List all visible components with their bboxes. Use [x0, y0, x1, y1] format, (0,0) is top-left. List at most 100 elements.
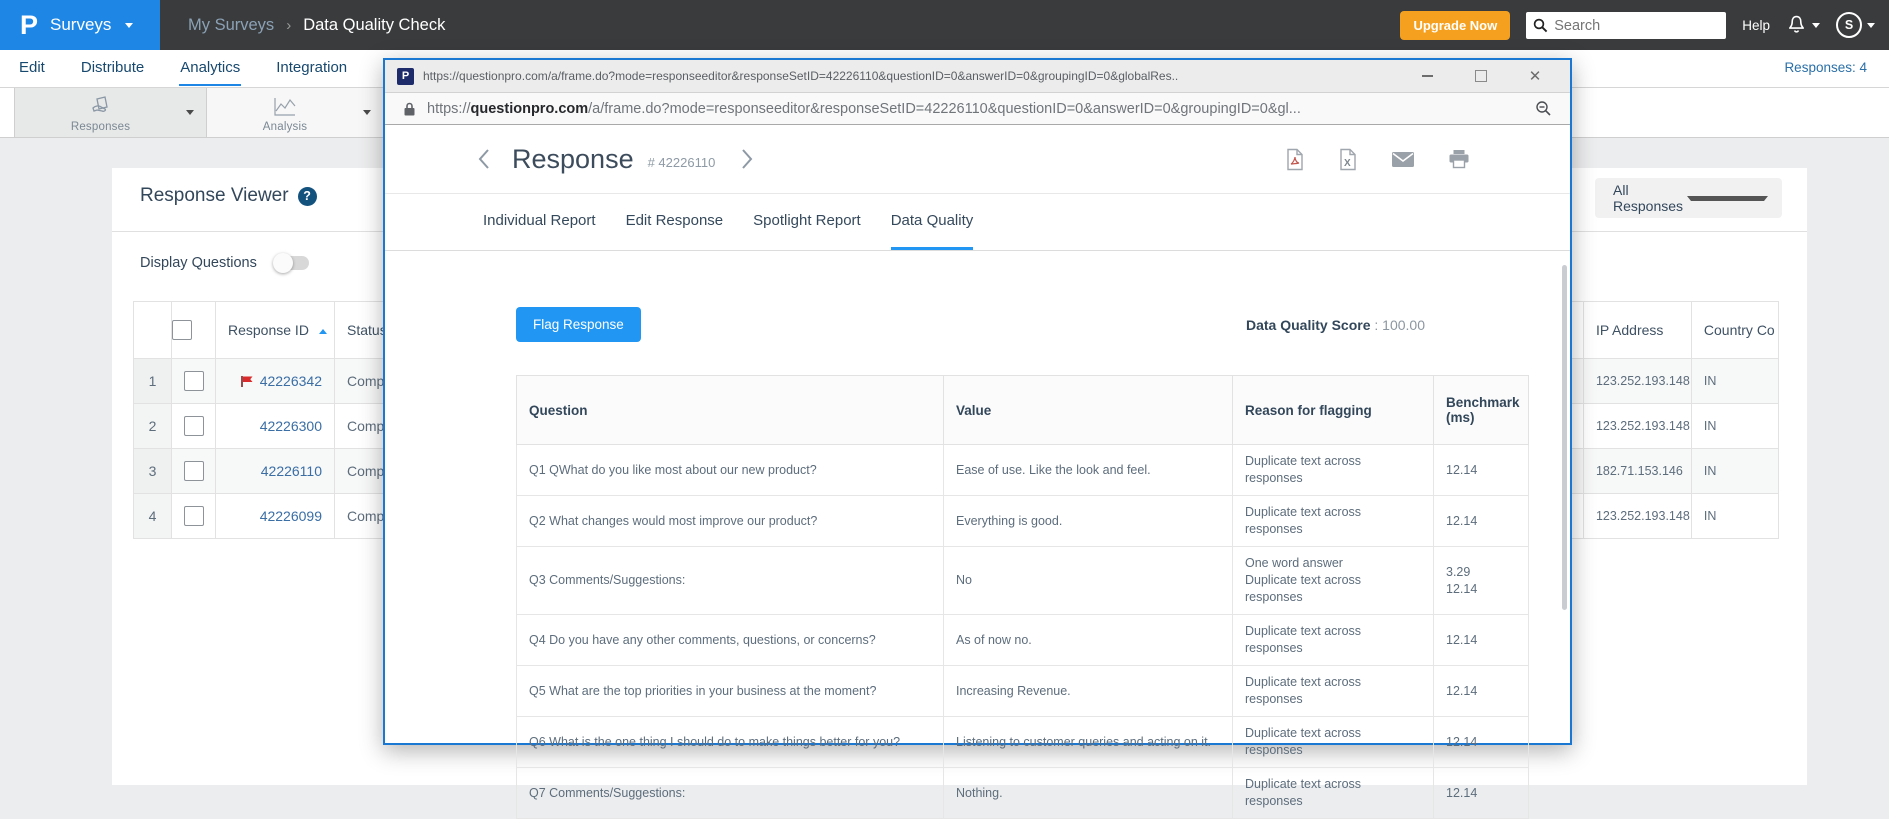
- chevron-down-icon: [1687, 196, 1769, 201]
- row-checkbox[interactable]: [184, 461, 204, 481]
- toolbar-responses[interactable]: Responses: [14, 88, 207, 137]
- subnav-analytics[interactable]: Analytics: [179, 51, 241, 86]
- display-questions-toggle[interactable]: [275, 256, 309, 270]
- country-cell: IN: [1691, 449, 1778, 494]
- value-cell: Ease of use. Like the look and feel.: [944, 445, 1233, 496]
- country-cell: IN: [1691, 494, 1778, 539]
- minimize-icon[interactable]: [1420, 69, 1434, 83]
- subnav-edit[interactable]: Edit: [18, 51, 46, 86]
- table-row: 182.71.153.146 IN: [1541, 449, 1779, 494]
- zoom-out-icon[interactable]: [1535, 100, 1552, 117]
- product-switcher[interactable]: P Surveys: [0, 0, 160, 50]
- previous-response-button[interactable]: [477, 148, 490, 170]
- tab-data-quality[interactable]: Data Quality: [891, 194, 974, 250]
- address-url: https://questionpro.com/a/frame.do?mode=…: [427, 101, 1524, 117]
- row-number-header: [134, 302, 172, 359]
- tab-spotlight-report[interactable]: Spotlight Report: [753, 194, 861, 250]
- ip-cell: 123.252.193.148: [1583, 494, 1691, 539]
- benchmark-header: Benchmark (ms): [1434, 376, 1529, 445]
- data-quality-panel: Flag Response Data Quality Score : 100.0…: [385, 251, 1570, 741]
- reason-cell: Duplicate text across responses: [1233, 717, 1434, 768]
- close-icon[interactable]: [1528, 69, 1542, 83]
- bell-icon: [1786, 14, 1807, 36]
- global-search: [1526, 12, 1726, 39]
- print-button[interactable]: [1448, 149, 1470, 169]
- reason-cell: Duplicate text across responses: [1233, 496, 1434, 547]
- address-bar[interactable]: https://questionpro.com/a/frame.do?mode=…: [385, 93, 1570, 125]
- maximize-icon[interactable]: [1474, 69, 1488, 83]
- response-id-header[interactable]: Response ID: [216, 302, 335, 359]
- export-excel-button[interactable]: X: [1338, 148, 1358, 171]
- benchmark-cell: 12.14: [1434, 615, 1529, 666]
- table-row: 123.252.193.148 IN: [1541, 359, 1779, 404]
- breadcrumb-my-surveys[interactable]: My Surveys: [188, 16, 274, 35]
- response-header: Response # 42226110 X: [385, 125, 1570, 194]
- toggle-knob: [273, 253, 293, 273]
- row-checkbox[interactable]: [184, 371, 204, 391]
- tab-individual-report[interactable]: Individual Report: [483, 194, 596, 250]
- response-filter-value: All Responses: [1613, 182, 1687, 214]
- dq-row: Q4 Do you have any other comments, quest…: [517, 615, 1529, 666]
- ip-cell: 123.252.193.148: [1583, 404, 1691, 449]
- notifications-menu[interactable]: [1786, 14, 1820, 36]
- response-id-cell[interactable]: 42226300: [216, 404, 335, 449]
- tab-edit-response[interactable]: Edit Response: [626, 194, 724, 250]
- search-input[interactable]: [1552, 13, 1721, 39]
- upgrade-now-button[interactable]: Upgrade Now: [1400, 11, 1510, 40]
- toolbar-analysis[interactable]: Analysis: [207, 88, 384, 137]
- subnav-distribute[interactable]: Distribute: [80, 51, 145, 86]
- response-id-cell[interactable]: 42226099: [216, 494, 335, 539]
- questionpro-logo: P: [20, 12, 38, 39]
- toolbar-analysis-label: Analysis: [263, 121, 307, 133]
- chevron-down-icon[interactable]: [363, 110, 371, 115]
- help-link[interactable]: Help: [1742, 18, 1770, 33]
- question-cell: Q7 Comments/Suggestions:: [517, 768, 944, 819]
- help-icon[interactable]: [298, 187, 317, 206]
- page-title: Response Viewer: [140, 185, 289, 207]
- email-button[interactable]: [1391, 151, 1415, 168]
- subnav-integration[interactable]: Integration: [275, 51, 348, 86]
- reason-cell: One word answer Duplicate text across re…: [1233, 547, 1434, 615]
- flag-icon: [240, 375, 255, 388]
- row-checkbox[interactable]: [184, 506, 204, 526]
- country-cell: IN: [1691, 404, 1778, 449]
- row-checkbox[interactable]: [184, 416, 204, 436]
- top-navbar: P Surveys My Surveys › Data Quality Chec…: [0, 0, 1889, 50]
- account-menu[interactable]: S: [1836, 12, 1875, 38]
- country-code-header[interactable]: Country Co: [1691, 302, 1778, 359]
- ip-cell: 123.252.193.148: [1583, 359, 1691, 404]
- reason-cell: Duplicate text across responses: [1233, 445, 1434, 496]
- response-id-label: # 42226110: [648, 149, 716, 170]
- scrollbar[interactable]: [1562, 265, 1567, 610]
- sort-ascending-icon: [319, 329, 327, 334]
- reason-cell: Duplicate text across responses: [1233, 666, 1434, 717]
- display-questions-label: Display Questions: [140, 255, 257, 271]
- lock-icon: [403, 101, 416, 117]
- window-titlebar[interactable]: P https://questionpro.com/a/frame.do?mod…: [385, 60, 1570, 93]
- export-pdf-button[interactable]: [1285, 148, 1305, 171]
- chevron-down-icon[interactable]: [186, 110, 194, 115]
- response-id-cell[interactable]: 42226342: [216, 359, 335, 404]
- ip-cell: 182.71.153.146: [1583, 449, 1691, 494]
- select-all-checkbox[interactable]: [172, 320, 192, 340]
- flag-response-button[interactable]: Flag Response: [516, 307, 641, 342]
- response-id-cell[interactable]: 42226110: [216, 449, 335, 494]
- reason-cell: Duplicate text across responses: [1233, 768, 1434, 819]
- question-cell: Q5 What are the top priorities in your b…: [517, 666, 944, 717]
- question-cell: Q3 Comments/Suggestions:: [517, 547, 944, 615]
- reason-cell: Duplicate text across responses: [1233, 615, 1434, 666]
- dq-row: Q6 What is the one thing I should do to …: [517, 717, 1529, 768]
- response-tabs: Individual Report Edit Response Spotligh…: [385, 194, 1570, 251]
- question-cell: Q4 Do you have any other comments, quest…: [517, 615, 944, 666]
- value-cell: Increasing Revenue.: [944, 666, 1233, 717]
- toolbar-responses-label: Responses: [71, 121, 130, 133]
- dq-row: Q5 What are the top priorities in your b…: [517, 666, 1529, 717]
- response-filter-dropdown[interactable]: All Responses: [1595, 178, 1782, 218]
- question-cell: Q2 What changes would most improve our p…: [517, 496, 944, 547]
- next-response-button[interactable]: [741, 148, 754, 170]
- ip-address-header[interactable]: IP Address: [1583, 302, 1691, 359]
- question-cell: Q1 QWhat do you like most about our new …: [517, 445, 944, 496]
- benchmark-cell: 12.14: [1434, 768, 1529, 819]
- benchmark-cell: 12.14: [1434, 445, 1529, 496]
- avatar: S: [1836, 12, 1862, 38]
